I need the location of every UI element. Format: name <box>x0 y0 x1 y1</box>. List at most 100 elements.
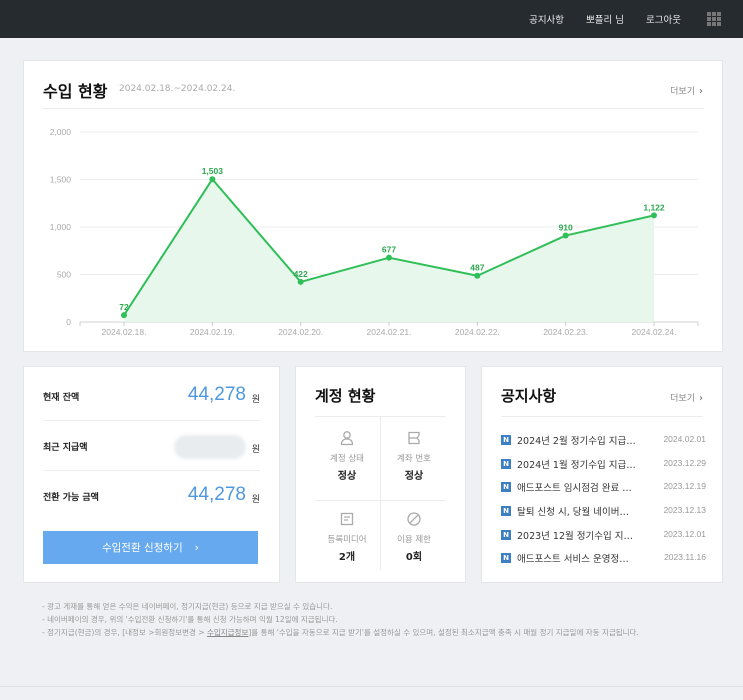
x-tick-label: 2024.02.21. <box>367 327 412 337</box>
x-tick-label: 2024.02.22. <box>455 327 500 337</box>
notice-item-date: 2023.11.16 <box>664 552 706 563</box>
registered-media-label: 등록미디어 <box>327 535 367 545</box>
top-link-logout[interactable]: 로그아웃 <box>646 12 681 26</box>
chevron-right-icon: › <box>699 393 703 404</box>
notice-more-label: 더보기 <box>670 394 695 404</box>
footnote-text: ]를 통해 '수입을 자동으로 지급 받기'를 설정하실 수 있으며, 설정된 … <box>248 628 639 637</box>
new-badge-icon: N <box>501 458 511 469</box>
notice-item-title: 애드포스트 서비스 운영정책 ... <box>517 554 637 566</box>
top-nav: 공지사항 뽀플리 님 로그아웃 <box>507 0 721 38</box>
data-point <box>386 254 392 261</box>
notice-item[interactable]: N 2024년 1월 정기수입 지급 ... 2023.12.29 <box>501 457 706 481</box>
data-point <box>209 176 216 183</box>
notice-item[interactable]: N 2024년 2월 정기수입 지급 ... 2024.02.01 <box>501 433 706 457</box>
bank-icon <box>408 431 420 445</box>
currency-unit: 원 <box>251 395 260 405</box>
notice-more-link[interactable]: 더보기 › <box>670 391 703 404</box>
notice-item-title: 2024년 2월 정기수입 지급 ... <box>517 436 637 447</box>
currency-unit: 원 <box>251 495 260 505</box>
notice-card: 공지사항 더보기 › N 2024년 2월 정기수입 지급 ... 2024.02… <box>481 366 723 583</box>
balance-card: 현재 잔액 44,278 원 최근 지급액 원 전환 가능 금액 44,278 … <box>23 366 280 583</box>
new-badge-icon: N <box>501 506 511 517</box>
person-icon <box>340 431 354 446</box>
convert-revenue-button[interactable]: 수입전환 신청하기 › <box>43 531 258 564</box>
notice-item[interactable]: N 애드포스트 서비스 운영정책 ... 2023.11.16 <box>501 551 706 575</box>
new-badge-icon: N <box>501 529 511 540</box>
footnotes: - 광고 게재를 통해 얻은 수익은 네이버페이, 정기지급(현금) 등으로 지… <box>42 600 722 639</box>
x-tick-label: 2024.02.18. <box>102 327 147 337</box>
notice-item-title: 2024년 1월 정기수입 지급 ... <box>517 459 637 471</box>
notice-item[interactable]: N 탈퇴 신청 시, 당월 네이버페... 2023.12.13 <box>501 504 706 528</box>
usage-restriction-label: 이용 제한 <box>397 535 431 545</box>
account-cell-media: 등록미디어 2개 <box>314 511 380 563</box>
convert-button-label: 수입전환 신청하기 <box>101 542 183 554</box>
data-point <box>651 212 657 219</box>
balance-row-convertible: 전환 가능 금액 44,278 원 <box>43 471 260 521</box>
footnote-line: - 네이버페이의 경우, 위의 '수입전환 신청하기'를 통해 신청 가능하며 … <box>42 615 338 624</box>
account-status-value: 정상 <box>337 471 357 482</box>
new-badge-icon: N <box>501 435 511 445</box>
footnote-line: - 정기지급(현금)의 경우, [내정보 >회원정보변경 > 수입지급정보]를 … <box>42 626 722 639</box>
current-balance-value: 44,278 <box>187 384 246 405</box>
payment-info-link[interactable]: 수입지급정보 <box>207 628 248 637</box>
notice-item-date: 2023.12.19 <box>663 481 706 492</box>
restriction-icon <box>407 512 421 526</box>
data-label: 677 <box>382 245 396 255</box>
top-bar: 공지사항 뽀플리 님 로그아웃 <box>0 0 743 38</box>
recent-payment-label: 최근 지급액 <box>43 443 88 453</box>
x-tick-label: 2024.02.20. <box>278 327 323 337</box>
data-point <box>562 232 569 239</box>
new-badge-icon: N <box>501 482 511 493</box>
new-badge-icon: N <box>501 553 511 564</box>
current-balance-label: 현재 잔액 <box>43 393 80 403</box>
data-label: 72 <box>119 302 129 312</box>
account-title: 계정 현황 <box>315 387 376 405</box>
notice-item-title: 애드포스트 임시점검 완료 안... <box>517 483 637 495</box>
divider <box>0 686 743 687</box>
data-label: 1,503 <box>202 166 224 176</box>
top-link-notice[interactable]: 공지사항 <box>529 12 564 26</box>
recent-payment-blurred-value <box>174 435 246 459</box>
currency-unit: 원 <box>251 445 260 455</box>
account-cell-status: 계정 상태 정상 <box>314 430 380 482</box>
notice-item-date: 2023.12.01 <box>663 528 706 539</box>
revenue-chart: 0 500 1,000 1,500 2,000 2024.02.18. 2024.02.19… <box>50 127 699 337</box>
account-status-label: 계정 상태 <box>330 454 364 464</box>
x-tick-label: 2024.02.23. <box>543 327 588 337</box>
account-cell-restriction: 이용 제한 0회 <box>381 511 447 563</box>
x-tick-label: 2024.02.19. <box>190 327 235 337</box>
data-label: 910 <box>559 223 573 233</box>
top-link-user[interactable]: 뽀플리 님 <box>586 12 624 26</box>
bank-account-label: 계좌 번호 <box>397 454 431 464</box>
revenue-card: 수입 현황 2024.02.18.~2024.02.24. 더보기 › 0 500 1… <box>23 60 723 352</box>
notice-item-title: 탈퇴 신청 시, 당월 네이버페... <box>517 507 637 519</box>
notice-item-date: 2023.12.29 <box>663 457 706 468</box>
y-tick-label: 0 <box>66 317 71 327</box>
bank-account-value: 정상 <box>404 471 424 482</box>
balance-row-recent: 최근 지급액 원 <box>43 421 260 471</box>
x-tick-label: 2024.02.24. <box>632 327 677 337</box>
chevron-right-icon: › <box>194 541 200 554</box>
data-point <box>121 312 127 319</box>
data-label: 487 <box>470 263 484 273</box>
y-tick-label: 2,000 <box>50 127 72 137</box>
notice-item-date: 2023.12.13 <box>663 505 706 516</box>
notice-item-date: 2024.02.01 <box>663 434 706 444</box>
balance-row-current: 현재 잔액 44,278 원 <box>43 371 260 421</box>
apps-grid-icon[interactable] <box>707 12 721 26</box>
data-label: 422 <box>294 269 308 279</box>
notice-item[interactable]: N 애드포스트 임시점검 완료 안... 2023.12.19 <box>501 480 706 504</box>
data-label: 1,122 <box>643 202 665 212</box>
registered-media-value: 2개 <box>338 552 356 563</box>
footnote-line: - 광고 게재를 통해 얻은 수익은 네이버페이, 정기지급(현금) 등으로 지… <box>42 602 333 611</box>
notice-item[interactable]: N 2023년 12월 정기수입 지급... 2023.12.01 <box>501 528 706 552</box>
account-cell-bank: 계좌 번호 정상 <box>381 430 447 482</box>
media-icon <box>340 512 354 526</box>
convertible-amount-value: 44,278 <box>187 484 246 505</box>
data-point <box>297 278 304 285</box>
divider <box>501 416 703 417</box>
account-status-card: 계정 현황 계정 상태 정상 계좌 번호 정상 등록미디어 2개 이용 제한 0… <box>295 366 466 583</box>
data-point <box>474 272 481 279</box>
convertible-amount-label: 전환 가능 금액 <box>43 493 99 503</box>
notice-list: N 2024년 2월 정기수입 지급 ... 2024.02.01 N 2024… <box>501 433 706 575</box>
